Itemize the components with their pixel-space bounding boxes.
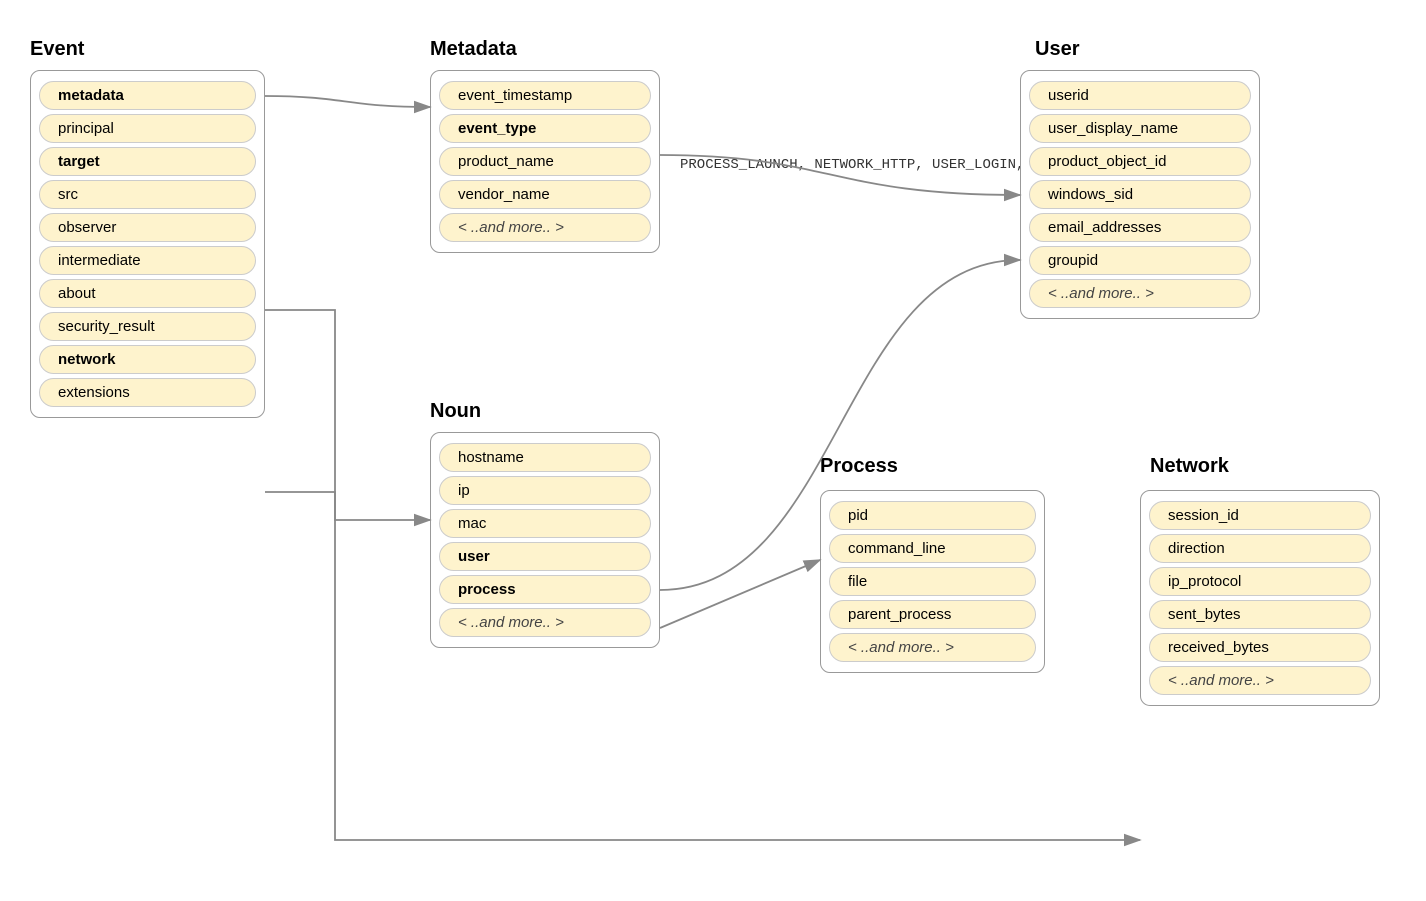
network-title: Network — [1150, 455, 1229, 478]
card-item-vendor-name: vendor_name — [439, 180, 651, 209]
event-card-group: metadata principal target src observer interm… — [30, 70, 265, 418]
card-item-hostname: hostname — [439, 443, 651, 472]
card-item-ip: ip — [439, 476, 651, 505]
card-item-userid: userid — [1029, 81, 1251, 110]
card-item-principal: principal — [39, 114, 256, 143]
card-item-command-line: command_line — [829, 534, 1036, 563]
card-item-session-id: session_id — [1149, 501, 1371, 530]
user-card-group: userid user_display_name product_object_id… — [1020, 70, 1260, 319]
card-item-src: src — [39, 180, 256, 209]
card-item-observer: observer — [39, 213, 256, 242]
card-item-extensions: extensions — [39, 378, 256, 407]
card-item-groupid: groupid — [1029, 246, 1251, 275]
network-card-group: session_id direction ip_protocol sent_bytes… — [1140, 490, 1380, 706]
card-item-target: target — [39, 147, 256, 176]
card-item-received-bytes: received_bytes — [1149, 633, 1371, 662]
metadata-title: Metadata — [430, 38, 517, 61]
card-item-mac: mac — [439, 509, 651, 538]
card-item-metadata: metadata — [39, 81, 256, 110]
card-item-parent-process: parent_process — [829, 600, 1036, 629]
noun-title: Noun — [430, 400, 481, 423]
process-title: Process — [820, 455, 898, 478]
card-item-process: process — [439, 575, 651, 604]
card-item-event-timestamp: event_timestamp — [439, 81, 651, 110]
card-item-----and-more----: < ..and more.. > — [439, 213, 651, 242]
card-item-email-addresses: email_addresses — [1029, 213, 1251, 242]
process-card-group: pid command_linefile parent_process < ..and… — [820, 490, 1045, 673]
card-item-----and-more----: < ..and more.. > — [1149, 666, 1371, 695]
card-item-user: user — [439, 542, 651, 571]
card-item-event-type: event_type — [439, 114, 651, 143]
card-item-about: about — [39, 279, 256, 308]
card-item-pid: pid — [829, 501, 1036, 530]
card-item-network: network — [39, 345, 256, 374]
card-item-security-result: security_result — [39, 312, 256, 341]
card-item-intermediate: intermediate — [39, 246, 256, 275]
card-item-product-object-id: product_object_id — [1029, 147, 1251, 176]
card-item-file: file — [829, 567, 1036, 596]
noun-card-group: hostname ip mac user process < ..and more.. > — [430, 432, 660, 648]
card-item-ip-protocol: ip_protocol — [1149, 567, 1371, 596]
card-item-direction: direction — [1149, 534, 1371, 563]
card-item-----and-more----: < ..and more.. > — [439, 608, 651, 637]
card-item-----and-more----: < ..and more.. > — [829, 633, 1036, 662]
card-item-----and-more----: < ..and more.. > — [1029, 279, 1251, 308]
card-item-product-name: product_name — [439, 147, 651, 176]
card-item-sent-bytes: sent_bytes — [1149, 600, 1371, 629]
event-title: Event — [30, 38, 84, 61]
metadata-card-group: event_timestamp event_type product_nameven… — [430, 70, 660, 253]
card-item-windows-sid: windows_sid — [1029, 180, 1251, 209]
user-title: User — [1035, 38, 1079, 61]
card-item-user-display-name: user_display_name — [1029, 114, 1251, 143]
event-type-labels: PROCESS_LAUNCH, NETWORK_HTTP, USER_LOGIN… — [680, 155, 1066, 176]
